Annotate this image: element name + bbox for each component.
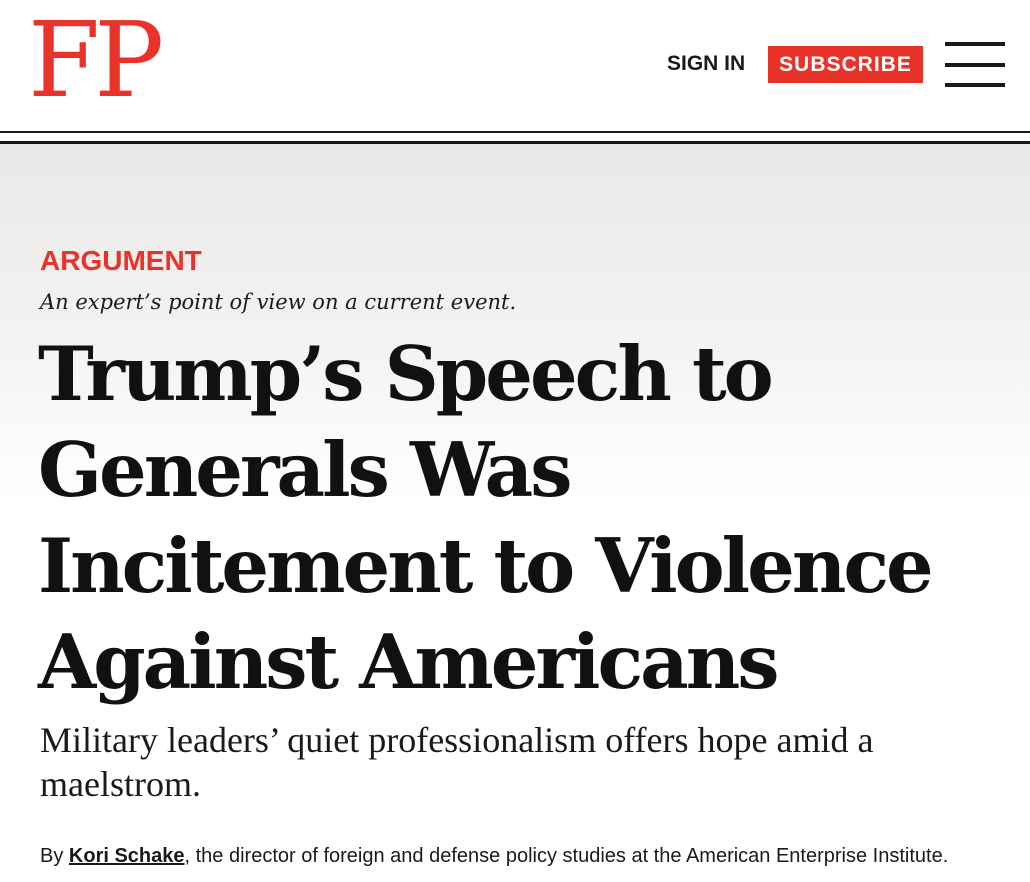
menu-bar-bottom	[945, 83, 1005, 87]
hamburger-menu-icon[interactable]	[945, 42, 1005, 88]
site-header: FP SIGN IN SUBSCRIBE	[0, 0, 1030, 132]
sign-in-link[interactable]: SIGN IN	[667, 50, 745, 78]
article-headline: Trump’s Speech to Generals Was Incitemen…	[38, 330, 934, 706]
byline-prefix: By	[40, 845, 69, 867]
menu-bar-top	[945, 42, 1005, 46]
kicker-description: An expert’s point of view on a current e…	[40, 290, 517, 314]
author-link[interactable]: Kori Schake	[69, 845, 185, 867]
byline-description: , the director of foreign and defense po…	[184, 845, 949, 867]
fp-logo[interactable]: FP	[28, 8, 164, 112]
article-dek: Military leaders’ quiet professionalism …	[40, 720, 874, 804]
article-byline: By Kori Schake, the director of foreign …	[40, 842, 948, 870]
menu-bar-middle	[945, 63, 1005, 67]
header-divider-top	[0, 131, 1030, 133]
subscribe-button[interactable]: SUBSCRIBE	[768, 46, 923, 83]
article-kicker[interactable]: ARGUMENT	[40, 244, 202, 278]
